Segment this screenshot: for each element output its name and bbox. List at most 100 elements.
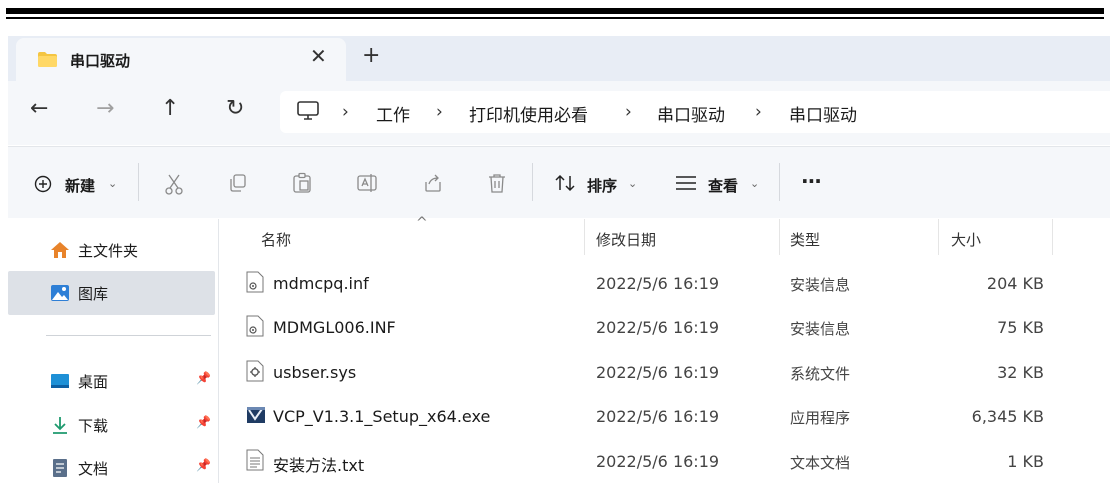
file-modified: 2022/5/6 16:19 [596, 363, 720, 382]
address-bar[interactable]: › 工作 › 打印机使用必看 › 串口驱动 › 串口驱动 [280, 91, 1110, 133]
file-modified: 2022/5/6 16:19 [596, 407, 720, 426]
view-button[interactable]: 查看 [708, 175, 738, 196]
share-icon[interactable] [422, 172, 444, 194]
exe-file-icon [247, 407, 265, 423]
breadcrumb-separator: › [755, 102, 762, 122]
sys-file-icon [246, 360, 264, 382]
file-modified: 2022/5/6 16:19 [596, 452, 720, 471]
column-header-name[interactable]: 名称 [261, 229, 291, 250]
sidebar-item-label: 图库 [78, 285, 109, 303]
desktop-icon [51, 374, 69, 388]
up-button[interactable]: ↑ [161, 98, 179, 120]
cut-icon[interactable] [164, 173, 184, 195]
toolbar-divider [138, 163, 139, 201]
file-name: usbser.sys [273, 363, 357, 382]
toolbar-divider [532, 163, 533, 201]
file-modified: 2022/5/6 16:19 [596, 318, 720, 337]
paste-icon[interactable] [292, 172, 312, 194]
gallery-icon [51, 285, 69, 301]
file-name: MDMGL006.INF [273, 318, 396, 337]
column-header-row: ^ 名称 修改日期 类型 大小 [220, 215, 1110, 257]
new-tab-button[interactable]: + [362, 45, 380, 67]
inf-file-icon [246, 315, 264, 337]
file-size: 6,345 KB [971, 407, 1044, 426]
column-separator[interactable] [1052, 219, 1053, 255]
sidebar-item-label: 桌面 [78, 373, 109, 391]
column-header-modified[interactable]: 修改日期 [596, 229, 656, 250]
breadcrumb-item-serial-driver-current[interactable]: 串口驱动 [789, 101, 857, 126]
more-options-button[interactable]: ··· [801, 171, 822, 191]
navigation-bar: ← → ↑ ↻ › 工作 › 打印机使用必看 › 串口驱动 › 串口驱动 [8, 81, 1110, 145]
top-border [0, 0, 1110, 34]
sort-ascending-icon: ^ [416, 215, 428, 231]
sidebar-item-label: 主文件夹 [78, 242, 139, 260]
pin-icon[interactable]: 📌 [196, 415, 211, 429]
file-type: 安装信息 [790, 276, 851, 294]
file-size: 204 KB [986, 274, 1044, 293]
breadcrumb-item-work[interactable]: 工作 [376, 101, 410, 126]
pin-icon[interactable]: 📌 [196, 458, 211, 472]
tab-title: 串口驱动 [70, 52, 131, 70]
new-button[interactable]: 新建 [65, 175, 95, 196]
file-size: 1 KB [1007, 452, 1044, 471]
file-type: 系统文件 [790, 365, 851, 383]
sidebar-item-label: 文档 [78, 460, 109, 478]
home-icon [51, 242, 69, 258]
file-name: 安装方法.txt [273, 456, 365, 475]
file-row[interactable]: 安装方法.txt 2022/5/6 16:19 文本文档 1 KB [220, 439, 1110, 483]
sort-button[interactable]: 排序 [587, 175, 617, 196]
top-rule-thin [6, 17, 1104, 19]
sidebar-item-documents[interactable]: 文档 📌 [8, 446, 215, 483]
document-icon [53, 459, 67, 477]
command-toolbar: 新建 ⌄ 排序 ⌄ 查看 ⌄ ··· [8, 146, 1110, 218]
breadcrumb-separator: › [625, 102, 632, 122]
file-type: 文本文档 [790, 454, 851, 472]
breadcrumb-item-serial-driver[interactable]: 串口驱动 [657, 101, 725, 126]
pin-icon[interactable]: 📌 [196, 371, 211, 385]
column-header-type[interactable]: 类型 [790, 229, 820, 250]
sidebar-item-home[interactable]: 主文件夹 [8, 228, 215, 272]
file-type: 安装信息 [790, 320, 851, 338]
top-rule-thick [6, 8, 1104, 14]
plus-circle-icon [34, 175, 52, 193]
breadcrumb-item-printer-guide[interactable]: 打印机使用必看 [469, 101, 588, 126]
folder-icon [38, 52, 57, 67]
file-type: 应用程序 [790, 409, 851, 427]
file-modified: 2022/5/6 16:19 [596, 274, 720, 293]
file-name: mdmcpq.inf [273, 274, 369, 293]
chevron-down-icon: ⌄ [108, 177, 118, 190]
column-separator[interactable] [938, 219, 939, 255]
file-row[interactable]: MDMGL006.INF 2022/5/6 16:19 安装信息 75 KB [220, 305, 1110, 349]
rename-icon[interactable] [356, 172, 378, 194]
sidebar-item-downloads[interactable]: 下载 📌 [8, 403, 215, 447]
file-row[interactable]: mdmcpq.inf 2022/5/6 16:19 安装信息 204 KB [220, 261, 1110, 305]
column-header-size[interactable]: 大小 [951, 229, 981, 250]
sort-icon [555, 174, 575, 192]
back-button[interactable]: ← [30, 98, 48, 120]
this-pc-icon [297, 101, 319, 120]
view-lines-icon [676, 176, 696, 190]
toolbar-divider [779, 163, 780, 201]
tab-strip: 串口驱动 ✕ + [8, 36, 1110, 81]
forward-button[interactable]: → [96, 98, 114, 120]
column-separator[interactable] [584, 219, 585, 255]
sidebar-item-gallery[interactable]: 图库 [8, 271, 215, 315]
txt-file-icon [246, 449, 264, 471]
file-row[interactable]: VCP_V1.3.1_Setup_x64.exe 2022/5/6 16:19 … [220, 394, 1110, 438]
trash-icon[interactable] [487, 172, 507, 194]
inf-file-icon [246, 271, 264, 293]
sidebar-item-desktop[interactable]: 桌面 📌 [8, 359, 215, 403]
file-size: 75 KB [997, 318, 1044, 337]
file-row[interactable]: usbser.sys 2022/5/6 16:19 系统文件 32 KB [220, 350, 1110, 394]
file-list: ^ 名称 修改日期 类型 大小 mdmcpq.inf 2022/5/6 16:1… [220, 215, 1110, 483]
close-tab-button[interactable]: ✕ [310, 46, 327, 66]
copy-icon[interactable] [228, 173, 248, 193]
pane-splitter[interactable] [218, 219, 219, 483]
refresh-button[interactable]: ↻ [226, 98, 244, 120]
column-separator[interactable] [779, 219, 780, 255]
sidebar-divider [46, 335, 211, 336]
download-icon [53, 417, 67, 434]
tab-serial-driver[interactable]: 串口驱动 ✕ [16, 38, 346, 81]
chevron-down-icon: ⌄ [628, 177, 638, 190]
navigation-pane: 主文件夹 图库 桌面 📌 下载 📌 文档 📌 [8, 219, 218, 483]
